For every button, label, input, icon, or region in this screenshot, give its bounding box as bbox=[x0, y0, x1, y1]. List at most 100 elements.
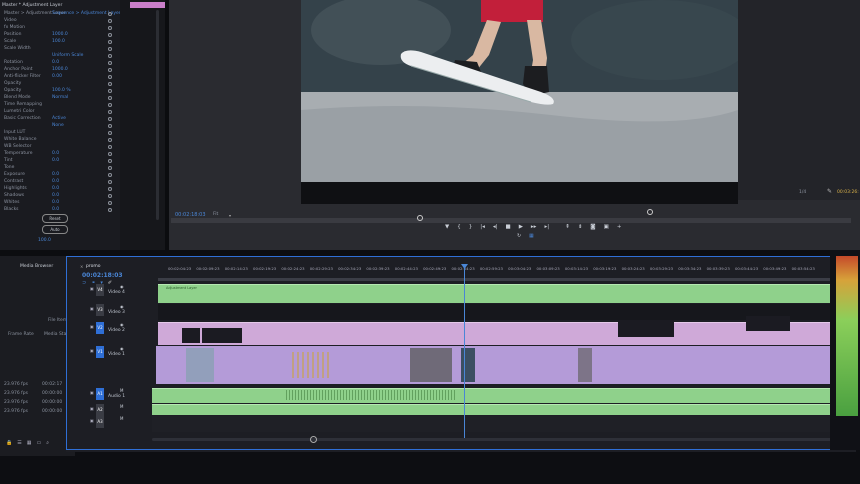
stopwatch-icon[interactable] bbox=[108, 186, 112, 191]
project-item-fps[interactable]: 23.976 fps bbox=[4, 382, 28, 387]
effect-property-value[interactable]: 0.0 bbox=[52, 172, 59, 177]
go-to-in-icon[interactable]: |◂ bbox=[480, 224, 485, 230]
effect-property-label: White Balance bbox=[4, 137, 37, 142]
effect-property-value[interactable]: 1000.0 bbox=[52, 67, 68, 72]
effect-property-label: Anchor Point bbox=[4, 67, 33, 72]
stopwatch-icon[interactable] bbox=[108, 95, 112, 100]
stopwatch-icon[interactable] bbox=[108, 39, 112, 44]
mark-clip-icon[interactable]: } bbox=[469, 224, 473, 230]
stopwatch-icon[interactable] bbox=[108, 25, 112, 30]
more-controls-icon[interactable]: + bbox=[617, 224, 622, 230]
stopwatch-icon[interactable] bbox=[108, 81, 112, 86]
stopwatch-icon[interactable] bbox=[108, 109, 112, 114]
stopwatch-icon[interactable] bbox=[108, 144, 112, 149]
keyframe-scrollbar[interactable] bbox=[156, 10, 159, 220]
project-item-fps[interactable]: 23.976 fps bbox=[4, 400, 28, 405]
list-view-icon[interactable]: ☰ bbox=[17, 440, 21, 446]
video-frame-image bbox=[301, 0, 738, 182]
effect-property-value[interactable]: None bbox=[52, 123, 64, 128]
effect-property-value[interactable]: 0.0 bbox=[52, 200, 59, 205]
stopwatch-icon[interactable] bbox=[108, 193, 112, 198]
settings-wrench-icon[interactable]: ✎ bbox=[827, 188, 832, 195]
reset-button[interactable]: Reset bbox=[42, 214, 68, 223]
program-out-marker[interactable] bbox=[647, 209, 653, 215]
effect-property-label: Lumetri Color bbox=[4, 109, 35, 114]
stopwatch-icon[interactable] bbox=[108, 200, 112, 205]
keyframe-column bbox=[120, 0, 166, 252]
effect-property-value[interactable]: Normal bbox=[52, 95, 68, 100]
frame-rate-header[interactable]: Frame Rate bbox=[8, 332, 34, 337]
stopwatch-icon[interactable] bbox=[108, 11, 112, 16]
step-back-icon[interactable]: ◂| bbox=[493, 224, 498, 230]
effect-property-label: WB Selector bbox=[4, 144, 32, 149]
stopwatch-icon[interactable] bbox=[108, 165, 112, 170]
stopwatch-icon[interactable] bbox=[108, 46, 112, 51]
stopwatch-icon[interactable] bbox=[108, 207, 112, 212]
safe-margins-icon[interactable]: ▦ bbox=[529, 233, 534, 239]
step-forward-icon[interactable]: ▸▸ bbox=[531, 224, 537, 230]
mark-out-icon[interactable]: { bbox=[457, 224, 461, 230]
stopwatch-icon[interactable] bbox=[108, 53, 112, 58]
stopwatch-icon[interactable] bbox=[108, 130, 112, 135]
stopwatch-icon[interactable] bbox=[108, 67, 112, 72]
effect-property-value[interactable]: 0.0 bbox=[52, 179, 59, 184]
project-item-start[interactable]: 00:00:00 bbox=[42, 391, 62, 396]
project-item-fps[interactable]: 23.976 fps bbox=[4, 409, 28, 414]
effect-property-value[interactable]: 0.0 bbox=[52, 186, 59, 191]
project-item-fps[interactable]: 23.976 fps bbox=[4, 391, 28, 396]
search-icon[interactable]: ⌕ bbox=[46, 440, 49, 446]
project-item-start[interactable]: 00:02:17 bbox=[42, 382, 62, 387]
lock-icon[interactable]: 🔒 bbox=[6, 440, 12, 446]
stopwatch-icon[interactable] bbox=[108, 32, 112, 37]
go-to-out-icon[interactable]: ▸| bbox=[544, 224, 549, 230]
program-playhead-icon[interactable] bbox=[417, 215, 423, 221]
media-browser-tab[interactable]: Media Browser bbox=[20, 264, 53, 269]
stop-icon[interactable]: ■ bbox=[505, 224, 510, 230]
effect-property-value[interactable]: 100.0 bbox=[52, 39, 65, 44]
effect-property-value[interactable]: Uniform Scale bbox=[52, 53, 83, 58]
comparison-view-icon[interactable]: ▣ bbox=[604, 224, 609, 230]
program-scrub-bar[interactable] bbox=[171, 218, 851, 223]
stopwatch-icon[interactable] bbox=[108, 18, 112, 23]
stopwatch-icon[interactable] bbox=[108, 102, 112, 107]
effect-property-value[interactable]: 100.0 % bbox=[52, 88, 71, 93]
extract-icon[interactable]: ⇟ bbox=[578, 224, 583, 230]
fit-dropdown[interactable]: Fit bbox=[213, 212, 218, 217]
new-bin-icon[interactable]: ▭ bbox=[36, 440, 41, 446]
export-frame-icon[interactable]: ◙ bbox=[590, 224, 595, 230]
effect-property-value[interactable]: 0.0 bbox=[52, 60, 59, 65]
auto-button[interactable]: Auto bbox=[42, 225, 68, 234]
playback-resolution[interactable]: 1/4 bbox=[799, 190, 806, 195]
effect-property-value[interactable]: 0.0 bbox=[52, 151, 59, 156]
stopwatch-icon[interactable] bbox=[108, 158, 112, 163]
effect-property-value[interactable]: 0.0 bbox=[52, 158, 59, 163]
stopwatch-icon[interactable] bbox=[108, 74, 112, 79]
mark-in-icon[interactable]: ▼ bbox=[445, 224, 449, 230]
effect-property-value[interactable]: 1000.0 bbox=[52, 32, 68, 37]
effect-property-value[interactable]: Active bbox=[52, 116, 66, 121]
saturation-value[interactable]: 100.0 bbox=[38, 238, 51, 243]
effect-property-value[interactable]: 0.0 bbox=[52, 193, 59, 198]
stopwatch-icon[interactable] bbox=[108, 88, 112, 93]
effect-controls-tab[interactable]: Master * Adjustment Layer bbox=[2, 3, 62, 8]
program-duration: 00:03:26: bbox=[837, 190, 859, 195]
program-monitor-bottom-bar bbox=[301, 182, 738, 204]
effect-property-label: Input LUT bbox=[4, 130, 26, 135]
project-item-start[interactable]: 00:00:00 bbox=[42, 400, 62, 405]
stopwatch-icon[interactable] bbox=[108, 151, 112, 156]
project-item-start[interactable]: 00:00:00 bbox=[42, 409, 62, 414]
effect-property-value[interactable]: 0.00 bbox=[52, 74, 62, 79]
program-monitor-video[interactable] bbox=[301, 0, 738, 182]
stopwatch-icon[interactable] bbox=[108, 179, 112, 184]
stopwatch-icon[interactable] bbox=[108, 137, 112, 142]
pink-clip-marker bbox=[130, 2, 166, 8]
effect-property-value[interactable]: 0.0 bbox=[52, 207, 59, 212]
stopwatch-icon[interactable] bbox=[108, 123, 112, 128]
play-icon[interactable]: ▶ bbox=[519, 224, 523, 230]
loop-icon[interactable]: ↻ bbox=[517, 233, 521, 239]
stopwatch-icon[interactable] bbox=[108, 60, 112, 65]
stopwatch-icon[interactable] bbox=[108, 172, 112, 177]
stopwatch-icon[interactable] bbox=[108, 116, 112, 121]
lift-icon[interactable]: ⇞ bbox=[565, 224, 570, 230]
icon-view-icon[interactable]: ▦ bbox=[27, 440, 32, 446]
